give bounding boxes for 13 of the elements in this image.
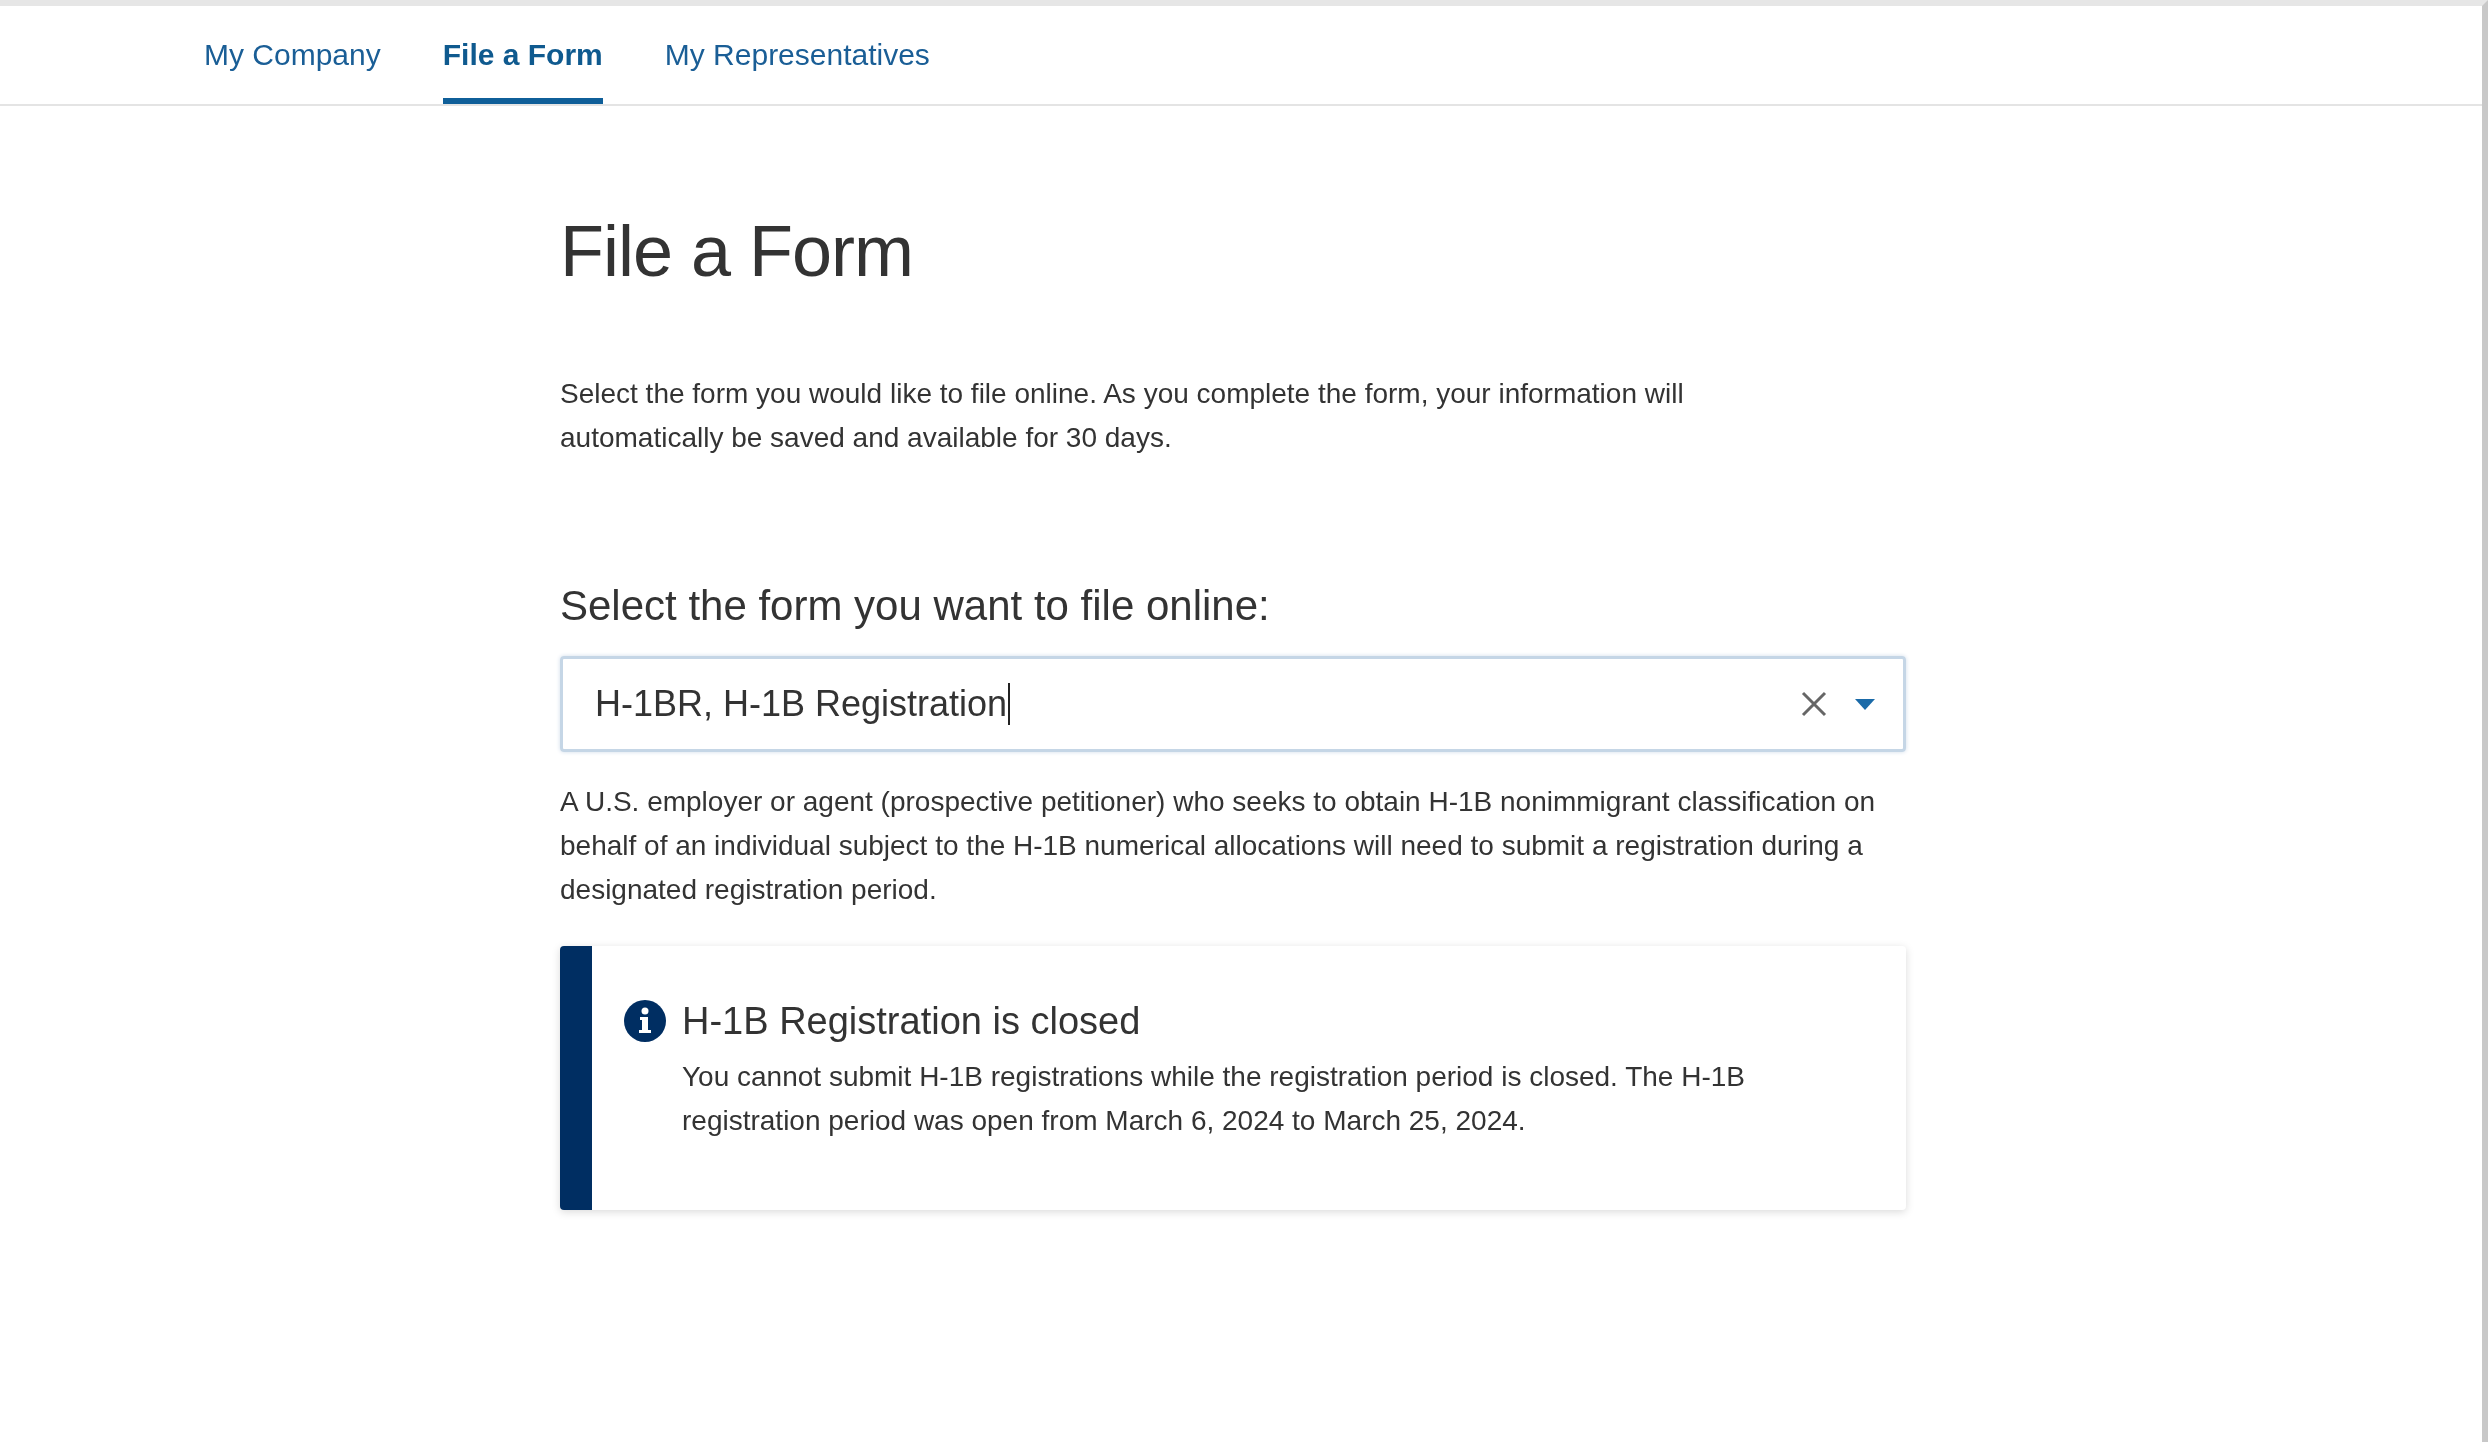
info-icon xyxy=(624,1000,666,1042)
nav-tab[interactable]: My Company xyxy=(204,6,381,104)
intro-text: Select the form you would like to file online. As you complete the form, your information will automatically be saved and available for 30 days. xyxy=(560,377,1685,455)
nav-tab[interactable]: File a Form xyxy=(442,6,603,104)
page-heading: File a Form xyxy=(560,210,915,292)
alert-title: H-1B Registration is closed xyxy=(682,1000,1142,1043)
nav-tab[interactable]: My Representatives xyxy=(664,6,930,104)
alert-message: You cannot submit H-1B registrations while the registration period is closed. The H-1B registration period was open from March 6, 2024 to March 25, 2024. xyxy=(682,1060,1746,1138)
form-description: A U.S. employer or agent (prospective petitioner) who seeks to obtain H-1B nonimmigrant classification on behalf of an individual subject to the H-1B numerical allocations will need to submit a registration during a designated registration period. xyxy=(560,785,1877,907)
clear-icon[interactable] xyxy=(1801,691,1827,717)
form-select-field[interactable]: H-1BR, H-1B Registration xyxy=(560,656,1906,752)
select-label: Select the form you want to file online: xyxy=(560,582,1271,630)
caret-icon[interactable] xyxy=(1855,698,1875,710)
